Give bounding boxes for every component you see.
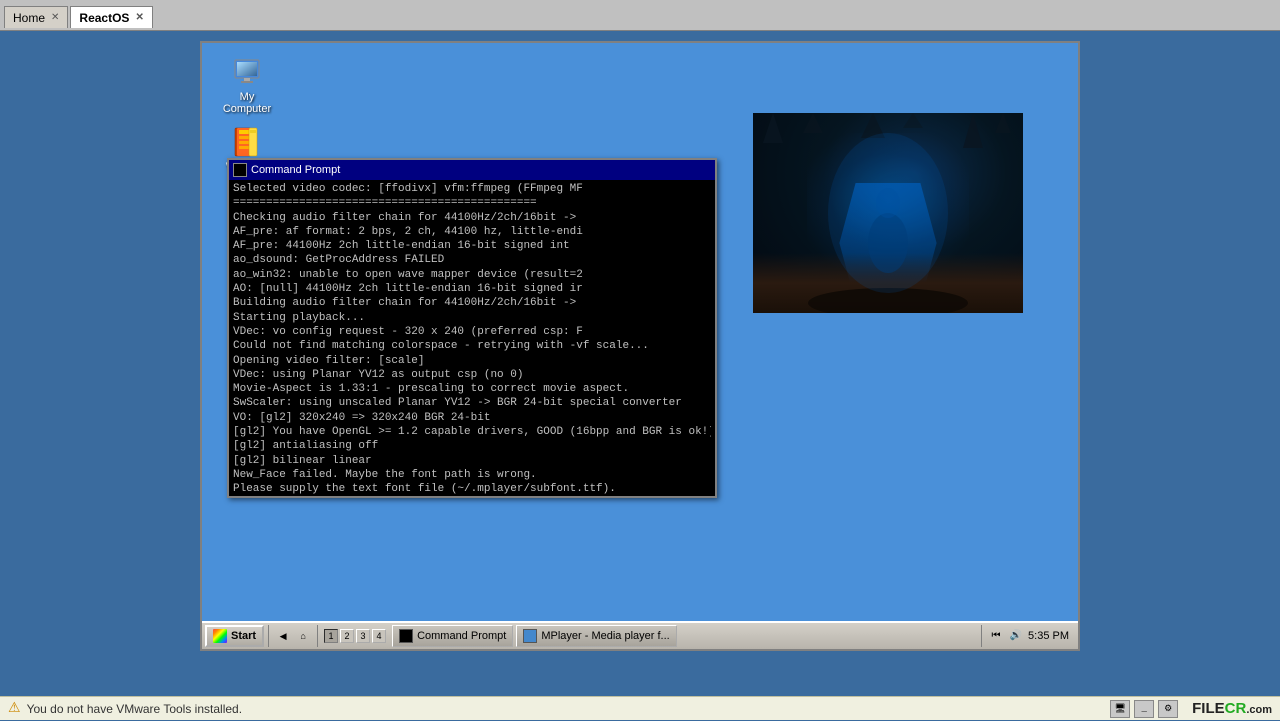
cmd-line-7: ao_win32: unable to open wave mapper dev… [233,268,711,282]
pager-3[interactable]: 3 [356,629,370,643]
cmd-line-20: [gl2] bilinear linear [233,454,711,468]
vmware-tray-icons: 🖥 _ ⚙ FILECR.com [1110,700,1272,718]
cmd-window: Command Prompt Selected video codec: [ff… [227,158,717,498]
pager-2[interactable]: 2 [340,629,354,643]
cmd-line-6: ao_dsound: GetProcAddress FAILED [233,253,711,267]
cmd-line-16: SwScaler: using unscaled Planar YV12 -> … [233,396,711,410]
taskbar: Start ◀ ⌂ 1 2 3 4 Command Prompt MPlay [202,621,1078,649]
vmware-monitor-icon[interactable]: 🖥 [1110,700,1130,718]
cmd-title: Command Prompt [251,164,340,176]
tab-home[interactable]: Home ✕ [4,6,68,28]
ql-home-icon[interactable]: ⌂ [294,627,312,645]
tab-reactos[interactable]: ReactOS ✕ [70,6,152,28]
cmd-line-15: Movie-Aspect is 1.33:1 - prescaling to c… [233,382,711,396]
tab-reactos-close[interactable]: ✕ [135,12,143,23]
tray-time: 5:35 PM [1028,630,1069,642]
cmd-line-5: AF_pre: 44100Hz 2ch little-endian 16-bit… [233,239,711,253]
browser-content: My Computer WinRAR Comman [0,31,1280,721]
cmd-line-8: AO: [null] 44100Hz 2ch little-endian 16-… [233,282,711,296]
cmd-line-12: Could not find matching colorspace - ret… [233,339,711,353]
vmware-bar: ⚠ You do not have VMware Tools installed… [0,696,1280,720]
computer-svg [231,56,263,88]
cave-scene [753,113,1023,313]
filecr-logo: FILECR.com [1192,700,1272,717]
pager-1[interactable]: 1 [324,629,338,643]
cmd-line-21: New_Face failed. Maybe the font path is … [233,468,711,482]
my-computer-icon[interactable]: My Computer [212,53,282,118]
taskbar-tray: ⏮ 🔊 5:35 PM [981,625,1075,647]
pager-4[interactable]: 4 [372,629,386,643]
taskbar-cmd-label: Command Prompt [417,630,506,642]
taskbar-apps: Command Prompt MPlayer - Media player f.… [392,625,977,647]
cmd-line-13: Opening video filter: [scale] [233,354,711,368]
vmware-minimize-icon[interactable]: _ [1134,700,1154,718]
cmd-line-18: [gl2] You have OpenGL >= 1.2 capable dri… [233,425,711,439]
winrar-svg [231,126,263,158]
cmd-line-9: Building audio filter chain for 44100Hz/… [233,296,711,310]
vmware-warning-icon: ⚠ [8,700,21,717]
reactos-desktop: My Computer WinRAR Comman [200,41,1080,651]
tab-home-close[interactable]: ✕ [51,12,59,23]
cmd-line-1: Selected video codec: [ffodivx] vfm:ffmp… [233,182,711,196]
tab-home-label: Home [13,11,45,25]
cmd-line-14: VDec: using Planar YV12 as output csp (n… [233,368,711,382]
taskbar-cmd[interactable]: Command Prompt [392,625,513,647]
cmd-titlebar[interactable]: Command Prompt [229,160,715,180]
start-button[interactable]: Start [205,625,264,647]
ql-back-icon[interactable]: ◀ [274,627,292,645]
cave-svg [753,113,1023,313]
taskbar-mplayer-icon [523,629,537,643]
cmd-line-10: Starting playback... [233,311,711,325]
taskbar-mplayer[interactable]: MPlayer - Media player f... [516,625,676,647]
pager: 1 2 3 4 [324,629,386,643]
my-computer-label: My Computer [215,91,279,115]
cmd-line-19: [gl2] antialiasing off [233,439,711,453]
browser-chrome: Home ✕ ReactOS ✕ [0,0,1280,31]
browser-tabs: Home ✕ ReactOS ✕ [0,0,1280,30]
video-area [753,113,1023,313]
start-icon [213,629,227,643]
vmware-settings-icon[interactable]: ⚙ [1158,700,1178,718]
tray-back-icon[interactable]: ⏮ [988,628,1004,644]
tab-reactos-label: ReactOS [79,11,129,25]
cmd-titlebar-icon [233,163,247,177]
taskbar-cmd-icon [399,629,413,643]
cmd-line-22: Please supply the text font file (~/.mpl… [233,482,711,496]
cmd-line-11: VDec: vo config request - 320 x 240 (pre… [233,325,711,339]
cmd-line-17: VO: [gl2] 320x240 => 320x240 BGR 24-bit [233,411,711,425]
quick-launch: ◀ ⌂ [268,625,318,647]
cmd-line-2: ========================================… [233,196,711,210]
tray-volume-icon[interactable]: 🔊 [1008,628,1024,644]
vmware-warning-text: You do not have VMware Tools installed. [27,702,242,716]
start-label: Start [231,630,256,642]
cmd-line-3: Checking audio filter chain for 44100Hz/… [233,211,711,225]
cmd-line-4: AF_pre: af format: 2 bps, 2 ch, 44100 hz… [233,225,711,239]
taskbar-mplayer-label: MPlayer - Media player f... [541,630,669,642]
cmd-content[interactable]: Selected video codec: [ffodivx] vfm:ffmp… [229,180,715,496]
